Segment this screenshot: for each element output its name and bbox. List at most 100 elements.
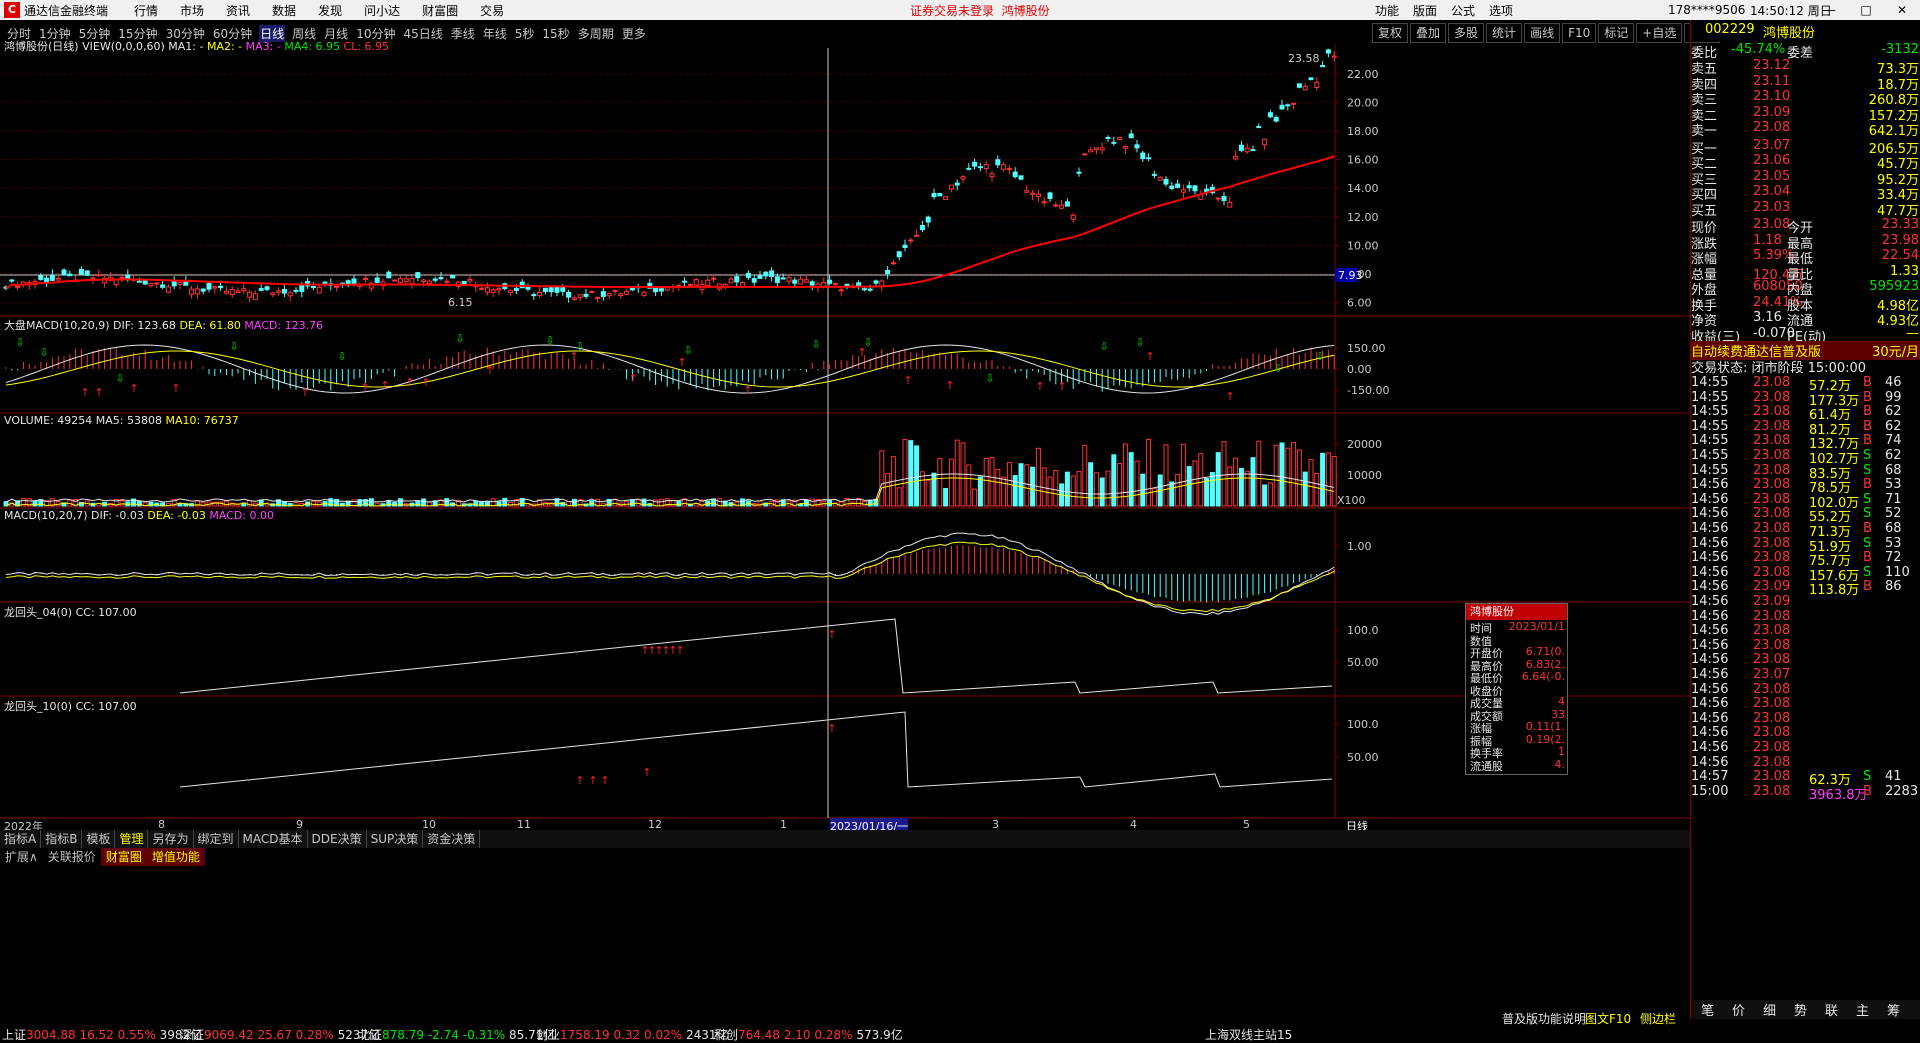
index-name: 上证	[2, 1028, 27, 1042]
candle-body	[786, 277, 792, 282]
f10-link[interactable]: 图文F10	[1585, 1010, 1631, 1027]
indicator-tab[interactable]: DDE决策	[308, 830, 367, 848]
period-tab[interactable]: 15秒	[541, 25, 570, 42]
quote-tab[interactable]: 价	[1732, 1000, 1745, 1019]
candle-body	[885, 269, 891, 275]
tick-price: 23.09	[1753, 594, 1791, 609]
candle-body	[838, 289, 844, 292]
candle-body	[571, 297, 577, 300]
volume-bar	[32, 500, 38, 507]
menu-item[interactable]: 数据	[272, 4, 296, 18]
menu-item[interactable]: 资讯	[226, 4, 250, 18]
toolbar-button[interactable]: 多股	[1448, 23, 1485, 43]
account-label[interactable]: 178****9506	[1668, 3, 1745, 17]
candle-body	[206, 283, 212, 290]
menu-item[interactable]: 交易	[480, 4, 504, 18]
ext-tab[interactable]: 增值功能	[146, 848, 205, 866]
candle-body	[1053, 204, 1059, 207]
menu-item[interactable]: 市场	[180, 4, 204, 18]
index-quote[interactable]: 北证878.79 -2.74 -0.31% 85.71亿	[358, 1026, 555, 1043]
menu-item[interactable]: 选项	[1489, 2, 1513, 19]
candle-body	[496, 288, 502, 291]
candle-body	[606, 293, 612, 297]
period-tab[interactable]: 更多	[621, 25, 647, 42]
toolbar-button[interactable]: 叠加	[1410, 23, 1447, 43]
maximize-icon[interactable]: □	[1848, 3, 1884, 17]
y-axis-label: 10.00	[1347, 239, 1379, 252]
volume-bar	[931, 472, 937, 507]
indicator-tab[interactable]: 资金决策	[423, 830, 481, 848]
ext-tab[interactable]: 财富圈	[100, 848, 147, 866]
volume-bar	[1001, 476, 1007, 507]
quote-tab[interactable]: 联	[1825, 1000, 1838, 1019]
index-quote[interactable]: 创业1758.19 0.32 0.02% 2431亿	[536, 1026, 729, 1043]
help-link[interactable]: 普及版功能说明	[1502, 1010, 1586, 1027]
menu-item[interactable]: 功能	[1375, 2, 1399, 19]
candle-body	[1180, 189, 1186, 193]
candle-body	[977, 166, 983, 169]
menu-item[interactable]: 问小达	[364, 4, 400, 18]
indicator-tab[interactable]: SUP决策	[367, 830, 424, 848]
stat-value: 23.33	[1881, 217, 1919, 232]
ext-tab[interactable]: 关联报价	[43, 848, 101, 866]
volume-unit: X100	[1337, 494, 1366, 507]
indicator-tab[interactable]: 管理	[115, 830, 149, 848]
menu-item[interactable]: 发现	[318, 4, 342, 18]
volume-bar	[490, 498, 496, 507]
tick-price: 23.08	[1753, 550, 1791, 566]
sell-arrow-icon: ⇩	[1135, 336, 1144, 349]
tick-time: 14:56	[1691, 696, 1729, 712]
index-value: 3004.88	[26, 1028, 76, 1042]
ext-tab[interactable]: 扩展∧	[0, 848, 43, 866]
toolbar-button[interactable]: 画线	[1524, 23, 1561, 43]
menu-item[interactable]: 版面	[1413, 2, 1437, 19]
candle-body	[809, 281, 815, 286]
candle-body	[896, 251, 902, 258]
volume-bar	[1030, 466, 1036, 507]
quote-tab[interactable]: 细	[1763, 1000, 1776, 1019]
menu-item[interactable]: 公式	[1451, 2, 1475, 19]
toolbar-button[interactable]: 复权	[1372, 23, 1409, 43]
period-tab[interactable]: 季线	[450, 25, 476, 42]
tick-time: 14:56	[1691, 594, 1729, 609]
tick-time: 14:56	[1691, 681, 1729, 697]
close-icon[interactable]: ✕	[1884, 3, 1920, 17]
indicator-tab[interactable]: 指标A	[0, 830, 42, 848]
quote-tab[interactable]: 主	[1856, 1000, 1869, 1019]
indicator-tab[interactable]: 指标B	[41, 830, 83, 848]
quote-tab[interactable]: 筹	[1887, 1000, 1900, 1019]
toolbar-button[interactable]: 标记	[1598, 23, 1635, 43]
candle-body	[925, 216, 931, 223]
candle-body	[763, 271, 769, 277]
tick-direction: B	[1863, 418, 1872, 434]
indicator-tab[interactable]: MACD基本	[239, 830, 308, 848]
candle-body	[943, 196, 949, 200]
menu-item[interactable]: 财富圈	[422, 4, 458, 18]
index-quote[interactable]: 上证3004.88 16.52 0.55% 3982亿	[2, 1026, 202, 1043]
tick-row: 15:00 23.08 3963.8万 B 2283	[1691, 784, 1920, 803]
indicator-tab[interactable]: 绑定到	[194, 830, 239, 848]
toolbar-button[interactable]: F10	[1562, 23, 1597, 43]
menu-item[interactable]: 行情	[134, 4, 158, 18]
toolbar-button[interactable]: 统计	[1486, 23, 1523, 43]
volume-bar	[1064, 471, 1070, 507]
period-tab[interactable]: 45日线	[402, 25, 443, 42]
ask-price: 23.10	[1753, 89, 1791, 104]
period-tab[interactable]: 年线	[482, 25, 508, 42]
volume-bar	[1047, 476, 1053, 507]
login-notice[interactable]: 证券交易未登录 鸿博股份	[910, 2, 1050, 19]
period-tab[interactable]: 多周期	[577, 25, 615, 42]
indicator-tab[interactable]: 另存为	[148, 830, 194, 848]
indicator-tab[interactable]: 模板	[82, 830, 116, 848]
minimize-icon[interactable]: —	[1812, 3, 1848, 17]
quote-tab[interactable]: 势	[1794, 1000, 1807, 1019]
ma-line	[5, 155, 1335, 290]
quote-tab[interactable]: 笔	[1701, 1000, 1714, 1019]
index-change: 0.32	[613, 1028, 641, 1042]
toolbar-button[interactable]: +自选	[1636, 23, 1683, 43]
index-quote[interactable]: 科创764.48 2.10 0.28% 573.9亿	[714, 1026, 903, 1043]
period-tab[interactable]: 5秒	[514, 25, 536, 42]
tick-time: 14:55	[1691, 433, 1729, 449]
sidebar-link[interactable]: 侧边栏	[1640, 1010, 1676, 1027]
index-quote[interactable]: 深证9069.42 25.67 0.28% 5237亿	[180, 1026, 380, 1043]
